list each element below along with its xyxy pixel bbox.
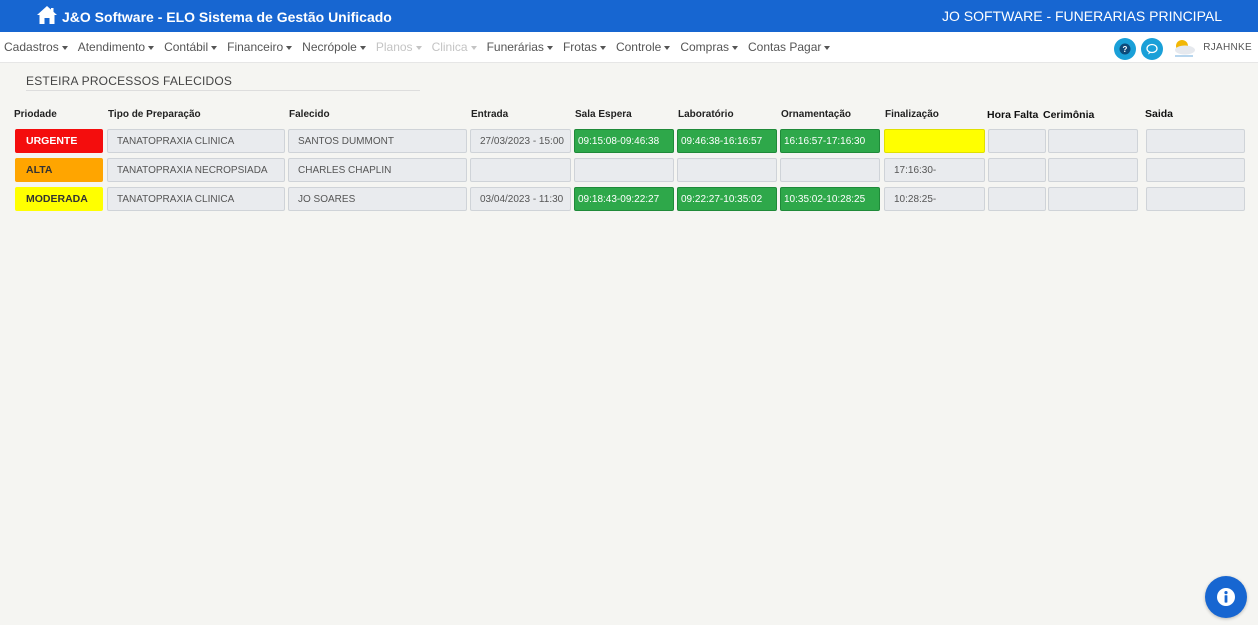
caret-down-icon: [286, 45, 293, 50]
menu-item-label: Frotas: [562, 40, 597, 54]
cell-tipo[interactable]: TANATOPRAXIA NECROPSIADA: [107, 158, 285, 182]
cell-saida[interactable]: [1146, 158, 1245, 182]
cell-falecido[interactable]: CHARLES CHAPLIN: [288, 158, 467, 182]
cell-laboratorio[interactable]: 09:22:27-10:35:02: [677, 187, 777, 211]
column-header-falecido: Falecido: [289, 109, 330, 120]
cell-sala-espera[interactable]: 09:18:43-09:22:27: [574, 187, 674, 211]
cell-laboratorio[interactable]: 09:46:38-16:16:57: [677, 129, 777, 153]
cell-tipo[interactable]: TANATOPRAXIA CLINICA: [107, 187, 285, 211]
cell-saida[interactable]: [1146, 187, 1245, 211]
caret-down-icon: [415, 45, 422, 50]
cell-laboratorio[interactable]: [677, 158, 777, 182]
svg-text:?: ?: [1123, 45, 1128, 54]
main-menu: Cadastros Atendimento Contábil Financeiro Ne…: [4, 32, 840, 62]
info-icon: [1217, 588, 1235, 606]
cloud-icon[interactable]: [1171, 38, 1197, 60]
column-header-laboratorio: Laboratório: [678, 109, 734, 120]
menu-atendimento[interactable]: Atendimento: [77, 40, 155, 54]
cell-saida[interactable]: [1146, 129, 1245, 153]
menu-financeiro[interactable]: Financeiro: [227, 40, 293, 54]
cell-finalizacao[interactable]: 17:16:30-: [884, 158, 985, 182]
cell-sala-espera[interactable]: 09:15:08-09:46:38: [574, 129, 674, 153]
column-header-ornamentacao: Ornamentação: [781, 109, 852, 120]
caret-down-icon: [148, 45, 155, 50]
caret-down-icon: [732, 45, 738, 50]
menu-bar: Cadastros Atendimento Contábil Financeiro Ne…: [0, 32, 1258, 63]
menu-item-label: Contábil: [164, 40, 209, 54]
menu-item-label: Atendimento: [77, 40, 146, 54]
help-icon: ?: [1119, 43, 1131, 55]
caret-down-icon: [61, 45, 68, 50]
username[interactable]: RJAHNKE: [1203, 42, 1252, 53]
cell-entrada[interactable]: 27/03/2023 - 15:00: [470, 129, 571, 153]
menu-item-label: Financeiro: [227, 40, 284, 54]
column-header-tipo: Tipo de Preparação: [108, 109, 201, 120]
column-header-hora-falta: Hora Falta: [987, 109, 1039, 121]
cell-finalizacao[interactable]: [884, 129, 985, 153]
cell-cerimonia[interactable]: [1048, 129, 1138, 153]
chat-button[interactable]: [1141, 38, 1163, 60]
menu-item-label: Controle: [615, 40, 662, 54]
menu-clinica[interactable]: Clinica: [432, 40, 477, 54]
cell-falecido[interactable]: JO SOARES: [288, 187, 467, 211]
cell-tipo[interactable]: TANATOPRAXIA CLINICA: [107, 129, 285, 153]
company-name[interactable]: JO SOFTWARE - FUNERARIAS PRINCIPAL: [942, 8, 1222, 24]
column-header-entrada: Entrada: [471, 109, 509, 120]
cell-entrada[interactable]: [470, 158, 571, 182]
cell-cerimonia[interactable]: [1048, 187, 1138, 211]
caret-down-icon: [824, 45, 831, 50]
info-button[interactable]: [1205, 576, 1247, 618]
column-header-priority: Priodade: [14, 109, 57, 120]
column-header-cerimonia: Cerimônia: [1043, 109, 1095, 121]
caret-down-icon: [664, 45, 671, 50]
menu-item-label: Compras: [680, 40, 729, 54]
caret-down-icon: [211, 45, 218, 50]
caret-down-icon: [470, 45, 477, 50]
top-bar: J&O Software - ELO Sistema de Gestão Uni…: [0, 0, 1258, 32]
section-title: ESTEIRA PROCESSOS FALECIDOS: [26, 74, 233, 88]
chat-icon: [1146, 43, 1158, 55]
priority-badge[interactable]: ALTA: [15, 158, 103, 182]
cell-finalizacao[interactable]: 10:28:25-: [884, 187, 985, 211]
help-button[interactable]: ?: [1114, 38, 1136, 60]
caret-down-icon: [599, 45, 606, 50]
menu-cadastros[interactable]: Cadastros: [4, 40, 68, 54]
column-header-saida: Saida: [1145, 108, 1174, 120]
priority-badge[interactable]: URGENTE: [15, 129, 103, 153]
cell-hora-falta[interactable]: [988, 158, 1046, 182]
cell-ornamentacao[interactable]: [780, 158, 880, 182]
cell-ornamentacao[interactable]: 16:16:57-17:16:30: [780, 129, 880, 153]
priority-badge[interactable]: MODERADA: [15, 187, 103, 211]
menu-item-label: Cadastros: [4, 40, 59, 54]
cell-sala-espera[interactable]: [574, 158, 674, 182]
menu-funer-rias[interactable]: Funerárias: [487, 40, 553, 54]
menu-item-label: Contas Pagar: [748, 40, 822, 54]
cell-entrada[interactable]: 03/04/2023 - 11:30: [470, 187, 571, 211]
app-title: J&O Software - ELO Sistema de Gestão Uni…: [62, 9, 392, 25]
menu-item-label: Clinica: [431, 40, 468, 54]
cell-ornamentacao[interactable]: 10:35:02-10:28:25: [780, 187, 880, 211]
cell-falecido[interactable]: SANTOS DUMMONT: [288, 129, 467, 153]
column-header-finalizacao: Finalização: [885, 109, 939, 120]
menu-controle[interactable]: Controle: [615, 40, 671, 54]
menu-frotas[interactable]: Frotas: [563, 40, 606, 54]
home-icon[interactable]: [36, 5, 58, 25]
cell-cerimonia[interactable]: [1048, 158, 1138, 182]
menu-item-label: Planos: [375, 40, 413, 54]
menu-item-label: Necrópole: [302, 40, 357, 54]
menu-item-label: Funerárias: [486, 40, 544, 54]
column-header-sala-espera: Sala Espera: [575, 109, 632, 120]
caret-down-icon: [359, 45, 366, 50]
section-divider: [26, 90, 420, 91]
cell-hora-falta[interactable]: [988, 187, 1046, 211]
caret-down-icon: [546, 45, 553, 50]
menu-planos[interactable]: Planos: [376, 40, 422, 54]
menu-cont-bil[interactable]: Contábil: [164, 40, 218, 54]
menu-compras[interactable]: Compras: [680, 40, 738, 54]
menu-contas-pagar[interactable]: Contas Pagar: [748, 40, 831, 54]
menu-necr-pole[interactable]: Necrópole: [302, 40, 366, 54]
cell-hora-falta[interactable]: [988, 129, 1046, 153]
